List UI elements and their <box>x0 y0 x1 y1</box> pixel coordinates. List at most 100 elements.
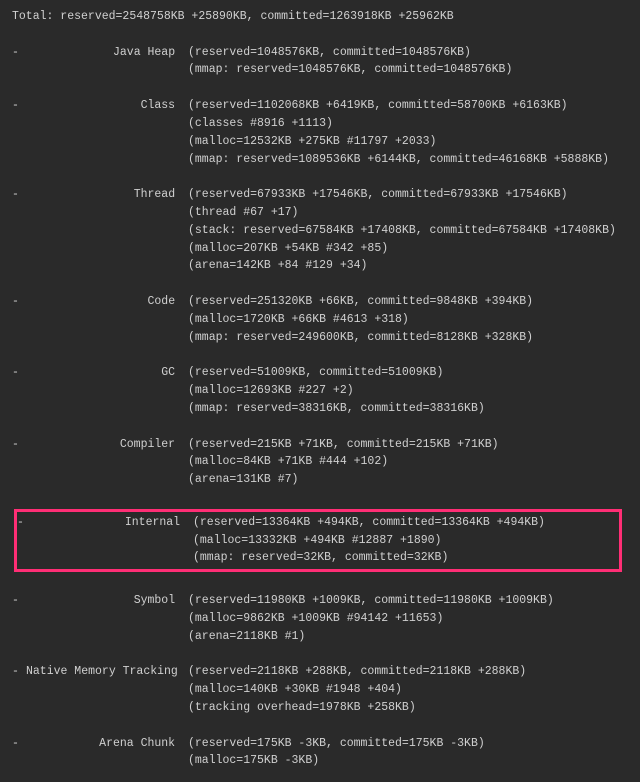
dash <box>12 133 26 151</box>
dash: - <box>12 663 26 681</box>
dash <box>12 752 26 770</box>
value-text: (arena=131KB #7) <box>188 471 298 489</box>
value-text: (reserved=67933KB +17546KB, committed=67… <box>188 186 568 204</box>
category-label: Code <box>26 293 188 311</box>
category-label <box>26 204 188 222</box>
output-line: (mmap: reserved=38316KB, committed=38316… <box>12 400 628 418</box>
output-line: -Class (reserved=1102068KB +6419KB, comm… <box>12 97 628 115</box>
category-label <box>26 329 188 347</box>
value-text: (reserved=51009KB, committed=51009KB) <box>188 364 443 382</box>
value-text: (arena=2118KB #1) <box>188 628 305 646</box>
sections-container: -Java Heap (reserved=1048576KB, committe… <box>12 26 628 770</box>
dash <box>12 151 26 169</box>
dash: - <box>12 186 26 204</box>
dash: - <box>12 97 26 115</box>
dash: - <box>12 436 26 454</box>
output-line: -Native Memory Tracking (reserved=2118KB… <box>12 663 628 681</box>
value-text: (malloc=13332KB +494KB #12887 +1890) <box>193 532 441 550</box>
blank-line <box>12 717 628 735</box>
dash <box>12 382 26 400</box>
dash: - <box>12 293 26 311</box>
dash <box>12 311 26 329</box>
output-line: (tracking overhead=1978KB +258KB) <box>12 699 628 717</box>
value-text: (reserved=1048576KB, committed=1048576KB… <box>188 44 471 62</box>
dash: - <box>12 735 26 753</box>
dash: - <box>12 44 26 62</box>
category-label <box>26 610 188 628</box>
category-label <box>26 115 188 133</box>
output-line: (classes #8916 +1113) <box>12 115 628 133</box>
value-text: (reserved=13364KB +494KB, committed=1336… <box>193 514 545 532</box>
dash <box>12 329 26 347</box>
dash <box>12 222 26 240</box>
dash <box>12 257 26 275</box>
dash <box>12 240 26 258</box>
blank-line <box>12 489 628 507</box>
dash <box>17 549 31 567</box>
category-label <box>26 240 188 258</box>
output-line: -GC (reserved=51009KB, committed=51009KB… <box>12 364 628 382</box>
dash: - <box>12 364 26 382</box>
category-label <box>26 628 188 646</box>
output-line: -Compiler (reserved=215KB +71KB, committ… <box>12 436 628 454</box>
value-text: (mmap: reserved=1048576KB, committed=104… <box>188 61 512 79</box>
blank-line <box>12 645 628 663</box>
value-text: (mmap: reserved=38316KB, committed=38316… <box>188 400 485 418</box>
blank-line <box>12 418 628 436</box>
output-line: (arena=131KB #7) <box>12 471 628 489</box>
output-line: (mmap: reserved=249600KB, committed=8128… <box>12 329 628 347</box>
value-text: (reserved=251320KB +66KB, committed=9848… <box>188 293 533 311</box>
dash <box>12 453 26 471</box>
value-text: (malloc=175KB -3KB) <box>188 752 319 770</box>
output-line: (arena=2118KB #1) <box>12 628 628 646</box>
output-line: -Thread (reserved=67933KB +17546KB, comm… <box>12 186 628 204</box>
value-text: (arena=142KB +84 #129 +34) <box>188 257 367 275</box>
value-text: (tracking overhead=1978KB +258KB) <box>188 699 416 717</box>
value-text: (malloc=9862KB +1009KB #94142 +11653) <box>188 610 443 628</box>
output-line: -Code (reserved=251320KB +66KB, committe… <box>12 293 628 311</box>
dash <box>12 61 26 79</box>
dash <box>12 628 26 646</box>
value-text: (reserved=215KB +71KB, committed=215KB +… <box>188 436 499 454</box>
category-label: Java Heap <box>26 44 188 62</box>
category-label: Native Memory Tracking <box>26 663 188 681</box>
dash <box>12 610 26 628</box>
category-label: Class <box>26 97 188 115</box>
output-line: (malloc=84KB +71KB #444 +102) <box>12 453 628 471</box>
output-line: (malloc=9862KB +1009KB #94142 +11653) <box>12 610 628 628</box>
category-label <box>26 257 188 275</box>
output-line: (malloc=13332KB +494KB #12887 +1890) <box>17 532 617 550</box>
total-text: Total: reserved=2548758KB +25890KB, comm… <box>12 8 454 26</box>
output-line: (malloc=12532KB +275KB #11797 +2033) <box>12 133 628 151</box>
value-text: (mmap: reserved=1089536KB +6144KB, commi… <box>188 151 609 169</box>
category-label <box>26 752 188 770</box>
highlight-box: -Internal (reserved=13364KB +494KB, comm… <box>14 509 622 572</box>
category-label: Arena Chunk <box>26 735 188 753</box>
category-label <box>26 400 188 418</box>
blank-line <box>12 275 628 293</box>
category-label <box>26 133 188 151</box>
output-line: (thread #67 +17) <box>12 204 628 222</box>
dash <box>12 400 26 418</box>
dash: - <box>12 592 26 610</box>
output-line: (mmap: reserved=1048576KB, committed=104… <box>12 61 628 79</box>
category-label: Internal <box>31 514 193 532</box>
output-line: (arena=142KB +84 #129 +34) <box>12 257 628 275</box>
output-line: (malloc=1720KB +66KB #4613 +318) <box>12 311 628 329</box>
category-label: Compiler <box>26 436 188 454</box>
value-text: (thread #67 +17) <box>188 204 298 222</box>
output-line: -Java Heap (reserved=1048576KB, committe… <box>12 44 628 62</box>
category-label <box>26 382 188 400</box>
output-line: (stack: reserved=67584KB +17408KB, commi… <box>12 222 628 240</box>
category-label <box>26 699 188 717</box>
value-text: (malloc=12532KB +275KB #11797 +2033) <box>188 133 436 151</box>
output-line: -Arena Chunk (reserved=175KB -3KB, commi… <box>12 735 628 753</box>
category-label <box>26 471 188 489</box>
dash <box>12 204 26 222</box>
blank-line <box>12 26 628 44</box>
category-label <box>26 311 188 329</box>
output-line: (malloc=207KB +54KB #342 +85) <box>12 240 628 258</box>
category-label <box>26 453 188 471</box>
output-line: (malloc=140KB +30KB #1948 +404) <box>12 681 628 699</box>
value-text: (reserved=2118KB +288KB, committed=2118K… <box>188 663 526 681</box>
